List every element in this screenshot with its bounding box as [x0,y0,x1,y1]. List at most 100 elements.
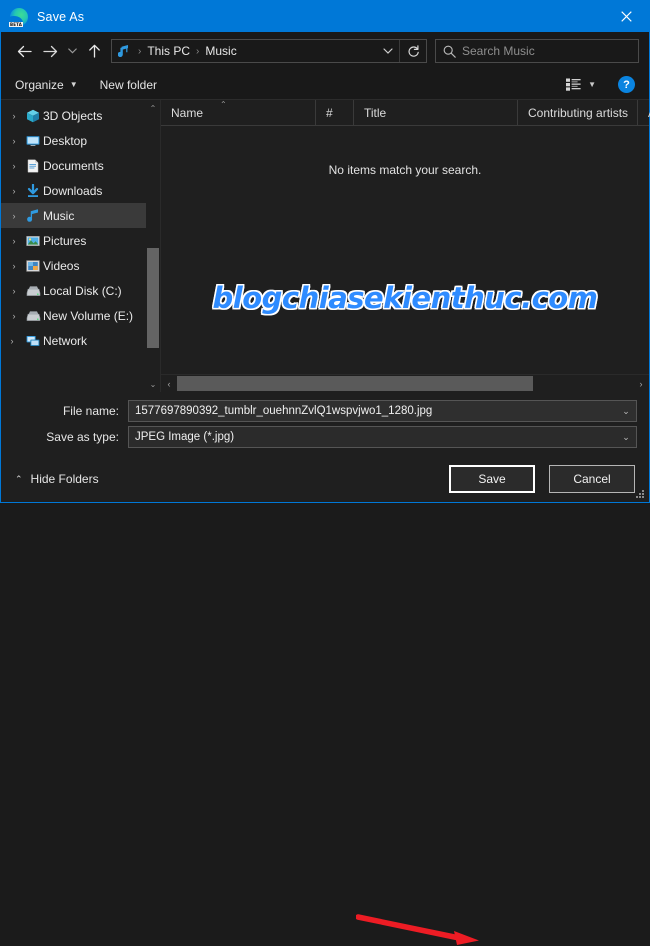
organize-label: Organize [15,77,64,92]
music-note-icon [112,44,134,58]
forward-button[interactable] [37,38,63,64]
save-form: File name: 1577697890392_tumblr_ouehnnZv… [1,392,649,456]
save-as-type-select[interactable]: JPEG Image (*.jpg) ⌄ [128,426,637,448]
expander-chevron-right-icon[interactable]: › [5,311,23,321]
sidebar-item-local-disk-c[interactable]: › Local Disk (C:) [1,278,146,303]
network-icon [23,334,43,348]
navigation-pane: › 3D Objects › Desktop › Documents › Downloads ›… [1,100,161,392]
sidebar-item-label: Local Disk (C:) [43,283,122,298]
beta-badge-label: BETA [9,21,24,27]
column-header-title[interactable]: Title [354,100,518,125]
breadcrumb-separator-2: › [196,45,200,57]
sidebar-item-label: Music [43,208,75,223]
list-view-icon[interactable]: ▼ [566,78,596,91]
new-folder-button[interactable]: New folder [100,78,157,92]
empty-list-message: No items match your search. [328,163,482,177]
search-icon [436,45,462,58]
sidebar-item-label: Videos [43,258,80,273]
cancel-button[interactable]: Cancel [549,465,635,493]
up-button[interactable] [81,38,107,64]
sidebar-item-desktop[interactable]: › Desktop [1,128,146,153]
desktop-icon [23,134,43,148]
column-header-contributing-artists[interactable]: Contributing artists [518,100,638,125]
expander-chevron-right-icon[interactable]: › [5,136,23,146]
scroll-right-arrow-icon[interactable]: › [633,375,649,392]
red-arrow-annotation [356,914,479,945]
expander-chevron-right-icon[interactable]: › [1,336,23,346]
sidebar-item-3d-objects[interactable]: › 3D Objects [1,103,146,128]
save-button[interactable]: Save [449,465,535,493]
help-button[interactable]: ? [618,76,635,93]
command-toolbar: Organize ▼ New folder ▼ ? [1,70,649,100]
save-as-type-label: Save as type: [46,430,119,444]
sidebar-scroll-thumb[interactable] [147,248,159,348]
sidebar-item-label: Documents [43,158,104,173]
sort-ascending-icon: ⌃ [220,100,227,109]
breadcrumb-this-pc[interactable]: This PC [145,44,192,58]
column-header-label: Title [364,105,387,120]
save-as-type-chevron-down-icon[interactable]: ⌄ [616,432,636,443]
expander-chevron-right-icon[interactable]: › [5,186,23,196]
sidebar-item-pictures[interactable]: › Pictures [1,228,146,253]
column-header-name[interactable]: ⌃ Name [161,100,316,125]
breadcrumb-music[interactable]: Music [203,44,238,58]
column-header-a[interactable]: A [638,100,650,125]
breadcrumb-separator: › [138,45,142,57]
column-header-label: Contributing artists [528,105,629,120]
sidebar-item-label: Network [43,333,88,348]
expander-chevron-right-icon[interactable]: › [5,286,23,296]
view-chevron-down-icon[interactable]: ▼ [588,80,596,89]
recent-locations-chevron-down-icon[interactable] [63,38,81,64]
expander-chevron-right-icon[interactable]: › [5,211,23,221]
organize-chevron-down-icon: ▼ [69,80,78,89]
sidebar-item-music[interactable]: › Music [1,203,146,228]
hide-folders-button[interactable]: ⌃ Hide Folders [15,472,99,486]
organize-button[interactable]: Organize ▼ [15,78,78,92]
file-list-pane: ⌃ Name # Title Contributing artists A No item… [161,100,650,392]
expander-chevron-right-icon[interactable]: › [5,261,23,271]
folder-tree: › 3D Objects › Desktop › Documents › Downloads ›… [1,100,146,392]
save-as-type-value[interactable]: JPEG Image (*.jpg) [129,431,616,443]
edge-beta-icon: BETA [9,7,28,27]
music-icon [23,208,43,223]
expander-chevron-right-icon[interactable]: › [5,111,23,121]
file-name-field[interactable]: 1577697890392_tumblr_ouehnnZvlQ1wspvjwo1… [128,400,637,422]
file-name-chevron-down-icon[interactable]: ⌄ [616,406,636,417]
column-header-[interactable]: # [316,100,354,125]
documents-icon [23,159,43,173]
back-button[interactable] [11,38,37,64]
hscroll-track[interactable] [177,375,633,392]
file-list-horizontal-scrollbar[interactable]: ‹ › [161,374,649,392]
search-input[interactable]: Search Music [462,44,535,58]
sidebar-vertical-scrollbar[interactable]: ⌃ ⌄ [146,100,161,392]
3d-objects-icon [23,109,43,123]
search-box[interactable]: Search Music [435,39,639,63]
save-as-type-row: Save as type: JPEG Image (*.jpg) ⌄ [13,426,637,448]
resize-grip[interactable] [636,490,645,499]
scroll-down-arrow-icon[interactable]: ⌄ [146,376,160,392]
column-header-label: Name [171,105,204,120]
expander-chevron-right-icon[interactable]: › [5,236,23,246]
sidebar-item-network[interactable]: › Network [1,328,146,353]
sidebar-item-new-volume-e[interactable]: › New Volume (E:) [1,303,146,328]
sidebar-scroll-track[interactable] [146,116,160,376]
address-bar[interactable]: › This PC › Music [111,39,427,63]
hard-drive-icon [23,309,43,323]
sidebar-item-videos[interactable]: › Videos [1,253,146,278]
refresh-icon[interactable] [399,40,426,62]
dialog-body: › 3D Objects › Desktop › Documents › Downloads ›… [1,100,650,392]
sidebar-item-label: 3D Objects [43,108,103,123]
file-name-row: File name: 1577697890392_tumblr_ouehnnZv… [13,400,637,422]
sidebar-item-downloads[interactable]: › Downloads [1,178,146,203]
file-name-input[interactable]: 1577697890392_tumblr_ouehnnZvlQ1wspvjwo1… [129,405,616,417]
scroll-up-arrow-icon[interactable]: ⌃ [146,100,160,116]
close-icon[interactable] [604,1,649,32]
file-list-area[interactable]: No items match your search. blogchiaseki… [161,126,649,374]
hscroll-thumb[interactable] [177,376,533,391]
expander-chevron-right-icon[interactable]: › [5,161,23,171]
address-chevron-down-icon[interactable] [377,48,399,54]
sidebar-item-label: New Volume (E:) [43,308,134,323]
scroll-left-arrow-icon[interactable]: ‹ [161,375,177,392]
downloads-icon [23,183,43,198]
sidebar-item-documents[interactable]: › Documents [1,153,146,178]
